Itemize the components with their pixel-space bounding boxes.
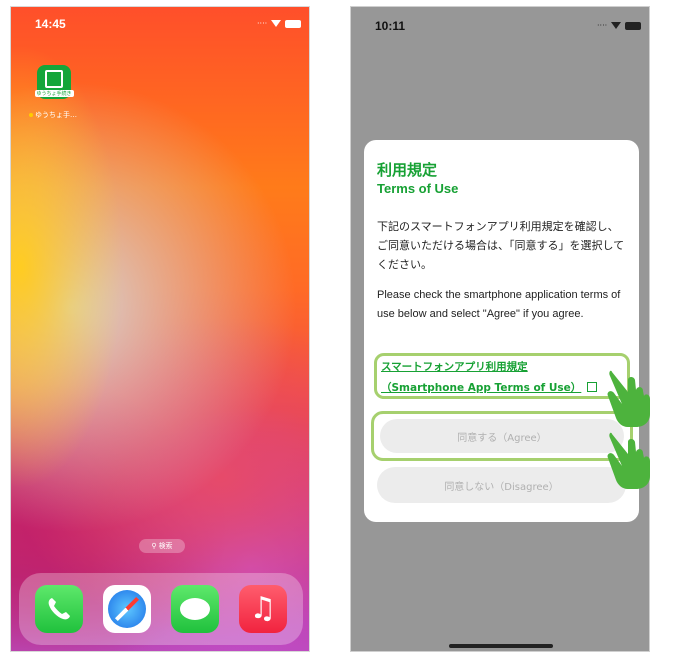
battery-icon [285, 19, 302, 28]
safari-app-icon[interactable] [103, 585, 151, 633]
pencil-icon [45, 69, 63, 88]
wifi-icon [271, 20, 282, 27]
dialog-body-jp: 下記のスマートフォンアプリ利用規定を確認し、ご同意いただける場合は、「同意する」… [377, 220, 625, 271]
messages-app-icon[interactable] [171, 585, 219, 633]
search-label: 検索 [158, 542, 173, 550]
dock: ♫ [19, 573, 303, 645]
status-time: 10:11 [375, 19, 406, 33]
terms-dialog: 利用規定 Terms of Use 下記のスマートフォンアプリ利用規定を確認し、… [364, 140, 639, 522]
dialog-title-en: Terms of Use [377, 181, 459, 196]
agree-button[interactable]: 同意する（Agree） [380, 419, 624, 453]
app-icon-text: ゆうちょ手続き [34, 89, 74, 97]
dialog-body-en: Please check the smartphone application … [377, 289, 621, 320]
music-note-icon: ♫ [249, 591, 277, 626]
status-time: 14:45 [35, 17, 66, 31]
phone-handset-icon [48, 598, 70, 620]
tap-hand-icon [607, 432, 650, 489]
terms-link-line2: （Smartphone App Terms of Use） [381, 382, 582, 394]
phone-app-icon[interactable] [35, 585, 83, 633]
music-app-icon[interactable]: ♫ [239, 585, 287, 633]
agree-highlight: 同意する（Agree） [371, 411, 633, 461]
home-screen: 14:45 ···· ゆうちょ手続き ゆうちょ手… ⚲ 検索 ♫ [10, 6, 310, 652]
external-link-icon [587, 381, 598, 392]
terms-link-line1: スマートフォンアプリ利用規定 [381, 361, 528, 373]
status-icons: ···· [257, 19, 302, 28]
wifi-icon [611, 22, 622, 29]
speech-bubble-icon [180, 598, 210, 620]
dialog-title-jp: 利用規定 [377, 161, 438, 179]
terms-screen: 10:11 ···· 利用規定 Terms of Use 下記のスマートフォンア… [350, 6, 650, 652]
search-icon: ⚲ [151, 542, 157, 550]
status-icons: ···· [597, 21, 642, 30]
home-indicator [449, 644, 553, 648]
compass-icon [108, 590, 146, 628]
tap-hand-icon [607, 370, 650, 427]
signal-icon: ···· [597, 21, 608, 30]
battery-icon [625, 21, 642, 30]
spotlight-search-button[interactable]: ⚲ 検索 [139, 539, 185, 553]
disagree-button[interactable]: 同意しない（Disagree） [377, 467, 626, 503]
signal-icon: ···· [257, 19, 268, 28]
app-label[interactable]: ゆうちょ手… [29, 110, 85, 120]
yucho-app-icon[interactable]: ゆうちょ手続き [34, 65, 74, 99]
terms-of-use-link[interactable]: スマートフォンアプリ利用規定 （Smartphone App Terms of … [374, 353, 630, 399]
new-dot-icon [29, 113, 33, 117]
app-label-text: ゆうちょ手… [35, 111, 77, 119]
